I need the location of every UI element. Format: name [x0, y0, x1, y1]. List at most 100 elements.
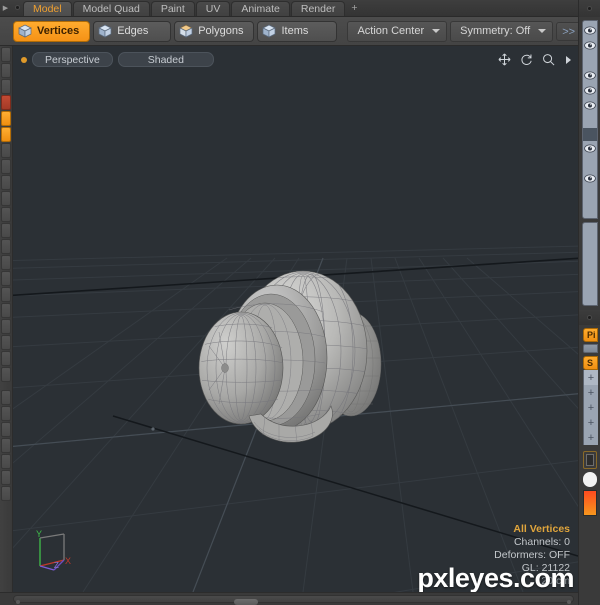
list-item-empty[interactable] [583, 201, 597, 216]
tab-animate[interactable]: Animate [231, 1, 290, 16]
group-row-pi[interactable] [583, 344, 598, 353]
tool-slot-4[interactable] [1, 95, 11, 110]
list-item-selected[interactable] [583, 128, 597, 141]
scrollbar-thumb[interactable] [234, 599, 258, 605]
item-list[interactable] [582, 20, 598, 219]
tool-slot-6-selected[interactable] [1, 127, 11, 142]
group-header-s[interactable]: S [583, 356, 598, 370]
eye-icon[interactable] [584, 86, 596, 95]
tool-slot-24[interactable] [1, 422, 11, 437]
tool-slot-10[interactable] [1, 191, 11, 206]
tool-slot-7[interactable] [1, 143, 11, 158]
tool-slot-25[interactable] [1, 438, 11, 453]
right-panel-column: Pi S + + + + + [578, 0, 600, 605]
list-item[interactable] [583, 38, 597, 53]
tool-slot-8[interactable] [1, 159, 11, 174]
viewport-3d[interactable]: Perspective Shaded Y X Z All Vertices Ch… [13, 46, 578, 592]
tool-slot-11[interactable] [1, 207, 11, 222]
tool-slot-27[interactable] [1, 470, 11, 485]
tool-slot-5-selected[interactable] [1, 111, 11, 126]
eye-icon[interactable] [584, 174, 596, 183]
list-item-empty[interactable] [583, 156, 597, 171]
tool-slot-13[interactable] [1, 239, 11, 254]
scrollbar-left-cap[interactable] [16, 600, 20, 604]
tab-model-quad[interactable]: Model Quad [72, 1, 150, 16]
mode-button-vertices[interactable]: Vertices [13, 20, 91, 42]
tool-slot-28[interactable] [1, 486, 11, 501]
mode-button-edges[interactable]: Edges [93, 20, 172, 42]
group-header-pi[interactable]: Pi [583, 328, 598, 342]
eye-icon[interactable] [584, 26, 596, 35]
item-list-secondary[interactable] [582, 222, 598, 306]
list-item-empty[interactable] [583, 113, 597, 128]
tool-slot-23[interactable] [1, 406, 11, 421]
add-row-button[interactable]: + [583, 400, 598, 415]
tool-slot-20[interactable] [1, 351, 11, 366]
symmetry-dropdown[interactable]: Symmetry: Off [450, 20, 554, 42]
gradient-swatch[interactable] [583, 490, 597, 516]
tool-slot-17[interactable] [1, 303, 11, 318]
tool-slot-2[interactable] [1, 63, 11, 78]
eye-icon[interactable] [584, 101, 596, 110]
tab-paint[interactable]: Paint [150, 1, 195, 16]
tool-slot-18[interactable] [1, 319, 11, 334]
rotate-icon[interactable] [520, 53, 533, 66]
list-item[interactable] [583, 171, 597, 186]
value-field[interactable] [583, 472, 597, 487]
add-row-button[interactable]: + [583, 430, 598, 445]
tool-slot-16[interactable] [1, 287, 11, 302]
swatch-chip-icon [586, 454, 594, 466]
panel-menu-dot-icon[interactable] [587, 315, 592, 320]
list-item-empty[interactable] [583, 53, 597, 68]
tool-slot-26[interactable] [1, 454, 11, 469]
zoom-icon[interactable] [542, 53, 555, 66]
tool-slot-3[interactable] [1, 79, 11, 94]
viewport-view-mode-button[interactable]: Perspective [32, 52, 113, 67]
mode-label-edges: Edges [117, 25, 149, 37]
chevron-right-icon[interactable] [564, 55, 572, 65]
properties-panel-header[interactable] [579, 310, 600, 325]
viewport-menu-dot-icon[interactable] [21, 56, 27, 63]
add-row-button[interactable]: + [583, 415, 598, 430]
material-swatch[interactable] [583, 451, 597, 469]
list-item[interactable] [583, 141, 597, 156]
horizontal-scrollbar[interactable] [13, 595, 574, 605]
add-row-button[interactable]: + [583, 385, 598, 400]
mode-button-polygons[interactable]: Polygons [174, 20, 255, 42]
tab-model[interactable]: Model [23, 1, 72, 16]
tool-slot-9[interactable] [1, 175, 11, 190]
tabbar-scroll-left-icon[interactable]: ▶ [0, 0, 11, 16]
bottom-bar [0, 592, 578, 605]
pan-icon[interactable] [498, 53, 511, 66]
action-center-dropdown[interactable]: Action Center [347, 20, 448, 42]
tab-uv[interactable]: UV [195, 1, 231, 16]
tool-slot-19[interactable] [1, 335, 11, 350]
list-item-empty[interactable] [583, 186, 597, 201]
mode-button-items[interactable]: Items [257, 20, 338, 42]
eye-icon[interactable] [584, 41, 596, 50]
list-item[interactable] [583, 98, 597, 113]
eye-icon[interactable] [584, 144, 596, 153]
tab-render[interactable]: Render [290, 1, 346, 16]
panel-menu-dot-icon[interactable] [587, 6, 592, 11]
list-item[interactable] [583, 68, 597, 83]
eye-icon[interactable] [584, 71, 596, 80]
tool-slot-12[interactable] [1, 223, 11, 238]
tool-slot-1[interactable] [1, 47, 11, 62]
add-row-button[interactable]: + [583, 370, 598, 385]
tool-slot-14[interactable] [1, 255, 11, 270]
gizmo-z-label: Z [54, 561, 59, 570]
tool-slot-15[interactable] [1, 271, 11, 286]
scrollbar-right-cap[interactable] [567, 600, 571, 604]
list-item[interactable] [583, 83, 597, 98]
viewport-shading-mode-button[interactable]: Shaded [117, 52, 214, 67]
right-panel-header[interactable] [579, 0, 600, 17]
tool-slot-21[interactable] [1, 367, 11, 382]
tab-add-button[interactable]: + [346, 1, 362, 16]
mode-label-polygons: Polygons [198, 25, 244, 37]
tool-slot-22[interactable] [1, 390, 11, 405]
chevron-down-icon [538, 29, 547, 33]
tabbar-menu-dot-icon[interactable] [11, 0, 23, 16]
mesh-object[interactable] [13, 46, 578, 592]
list-item[interactable] [583, 23, 597, 38]
